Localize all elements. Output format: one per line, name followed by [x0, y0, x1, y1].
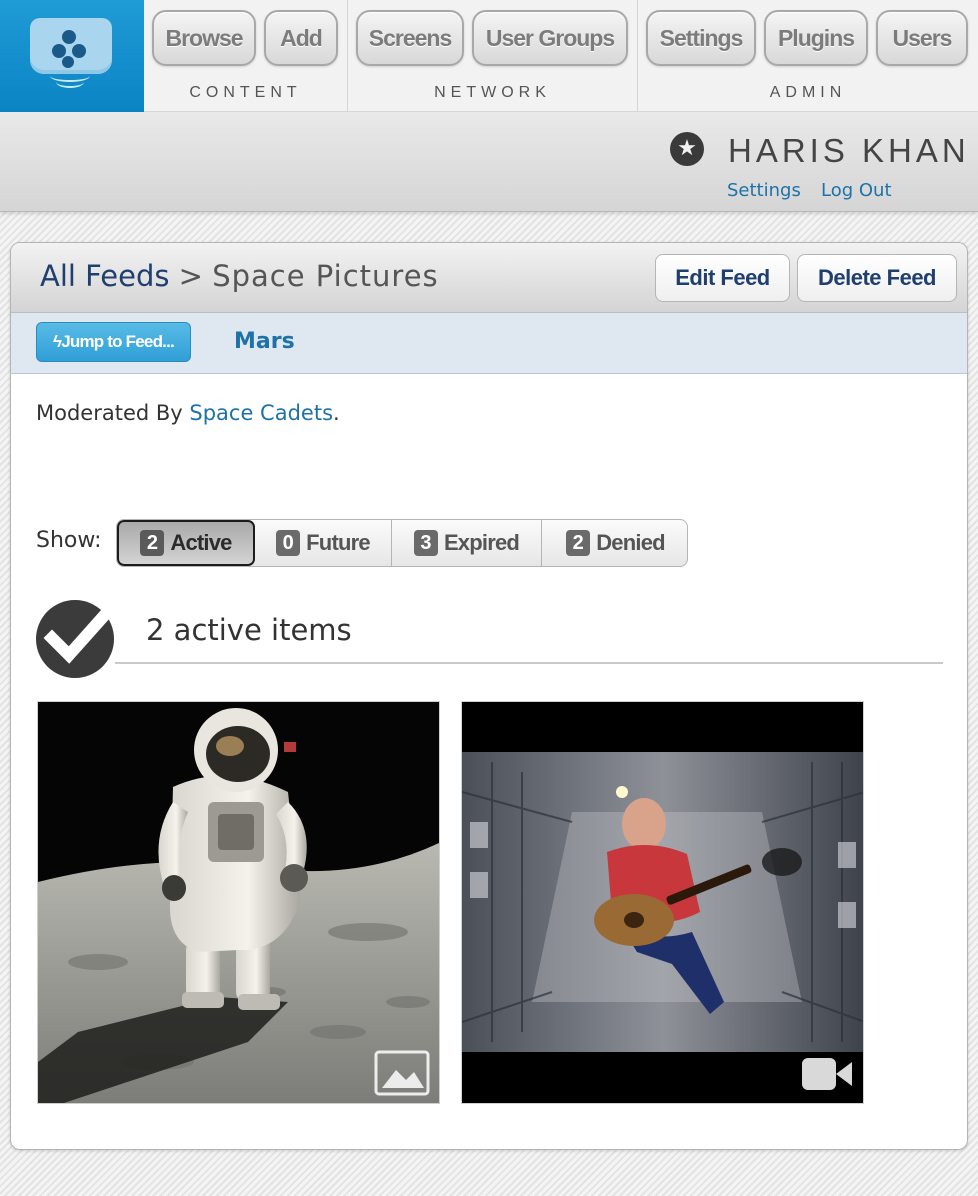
user-bar: ★ HARIS KHAN Settings Log Out	[0, 112, 978, 212]
nav-group-network: Screens User Groups NETWORK	[348, 0, 638, 112]
content-tile-video[interactable]	[461, 701, 864, 1104]
jump-to-feed-button[interactable]: ϟJump to Feed...	[36, 322, 191, 362]
breadcrumb-all-feeds[interactable]: All Feeds	[40, 259, 169, 293]
star-badge-icon: ★	[670, 132, 704, 166]
app-logo[interactable]	[0, 0, 144, 112]
jump-to-feed-label: Jump to Feed...	[61, 332, 174, 351]
users-button[interactable]: Users	[876, 10, 968, 66]
filter-active[interactable]: 2 Active	[117, 520, 255, 566]
filter-expired[interactable]: 3 Expired	[392, 520, 542, 566]
checkmark-icon	[36, 600, 114, 678]
content-tile-image[interactable]	[37, 701, 440, 1104]
feed-panel: All Feeds > Space Pictures Edit Feed Del…	[10, 242, 968, 1150]
page-title: Space Pictures	[212, 259, 439, 293]
active-items-heading: 2 active items	[146, 613, 352, 647]
filter-denied-label: Denied	[596, 530, 665, 555]
settings-nav-button[interactable]: Settings	[646, 10, 756, 66]
denied-count-badge: 2	[566, 530, 591, 556]
filter-denied[interactable]: 2 Denied	[542, 520, 687, 566]
nav-group-content: Browse Add CONTENT	[144, 0, 348, 112]
breadcrumb-separator: >	[169, 259, 213, 293]
logo-icon	[30, 18, 112, 74]
breadcrumb: All Feeds > Space Pictures	[40, 259, 439, 293]
browse-button[interactable]: Browse	[152, 10, 256, 66]
moderated-by-text: Moderated By Space Cadets.	[36, 401, 340, 425]
moderator-group-link[interactable]: Space Cadets	[189, 401, 333, 425]
plugins-button[interactable]: Plugins	[764, 10, 868, 66]
screens-button[interactable]: Screens	[356, 10, 464, 66]
heading-divider	[115, 662, 943, 664]
user-groups-button[interactable]: User Groups	[472, 10, 628, 66]
space-station-video-thumbnail	[462, 702, 863, 1103]
nav-group-label-network: NETWORK	[434, 84, 551, 101]
logout-link[interactable]: Log Out	[821, 180, 892, 201]
expired-count-badge: 3	[413, 530, 438, 556]
jump-feed-link[interactable]: Mars	[234, 329, 295, 354]
active-count-badge: 2	[140, 530, 165, 556]
top-navigation: Browse Add CONTENT Screens User Groups N…	[0, 0, 978, 112]
jump-bar: ϟJump to Feed... Mars	[11, 313, 967, 374]
future-count-badge: 0	[276, 530, 301, 556]
panel-header: All Feeds > Space Pictures Edit Feed Del…	[11, 243, 967, 313]
moderated-by-suffix: .	[333, 401, 340, 425]
filter-expired-label: Expired	[443, 530, 520, 555]
nav-group-label-content: CONTENT	[189, 84, 302, 101]
moderated-by-prefix: Moderated By	[36, 401, 190, 425]
filter-active-label: Active	[170, 530, 232, 555]
user-name: HARIS KHAN	[728, 132, 970, 169]
user-settings-link[interactable]: Settings	[727, 180, 801, 201]
moon-astronaut-photo	[38, 702, 439, 1103]
show-label: Show:	[36, 528, 102, 553]
delete-feed-button[interactable]: Delete Feed	[797, 254, 957, 302]
nav-group-label-admin: ADMIN	[769, 84, 847, 101]
filter-future-label: Future	[306, 530, 370, 555]
filter-future[interactable]: 0 Future	[255, 520, 392, 566]
edit-feed-button[interactable]: Edit Feed	[655, 254, 790, 302]
add-button[interactable]: Add	[264, 10, 338, 66]
status-filter: 2 Active 0 Future 3 Expired 2 Denied	[116, 519, 688, 567]
nav-group-admin: Settings Plugins Users ADMIN	[638, 0, 978, 112]
